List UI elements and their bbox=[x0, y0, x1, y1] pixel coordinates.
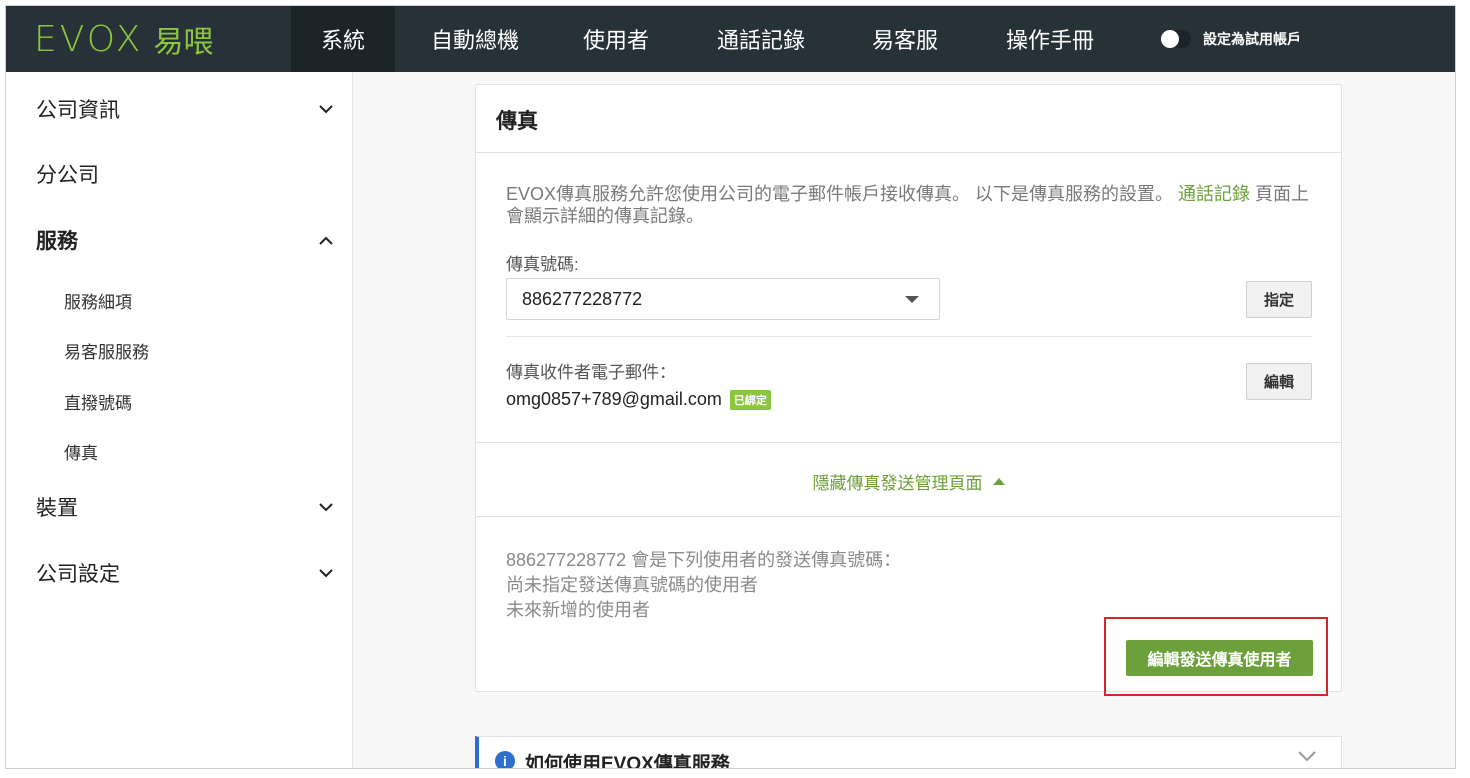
nav-item-manual[interactable]: 操作手冊 bbox=[965, 6, 1135, 72]
logo-cn: 易喂 bbox=[153, 25, 214, 60]
assign-button[interactable]: 指定 bbox=[1246, 281, 1312, 318]
chevron-down-icon bbox=[316, 497, 336, 517]
sidebar-item-devices[interactable]: 裝置 bbox=[36, 492, 336, 522]
sidebar-item-label: 分公司 bbox=[36, 164, 99, 187]
chevron-down-icon bbox=[1297, 749, 1319, 768]
send-info-line: 未來新增的使用者 bbox=[506, 600, 650, 620]
fax-number-label: 傳真號碼: bbox=[506, 255, 579, 274]
description-text: EVOX傳真服務允許您使用公司的電子郵件帳戶接收傳真。 以下是傳真服務的設置。 bbox=[506, 184, 1174, 204]
nav-item-users[interactable]: 使用者 bbox=[555, 6, 677, 72]
sidebar-item-label: 裝置 bbox=[36, 497, 78, 520]
verified-badge: 已綁定 bbox=[729, 389, 771, 410]
divider bbox=[476, 516, 1341, 517]
sidebar-item-label: 公司設定 bbox=[36, 563, 120, 586]
divider bbox=[476, 442, 1341, 443]
sidebar-subitem-cs-service[interactable]: 易客服服務 bbox=[64, 338, 149, 363]
trial-toggle-label: 設定為試用帳戶 bbox=[1203, 31, 1301, 47]
sidebar-item-branches[interactable]: 分公司 bbox=[36, 159, 336, 189]
hide-toggle-label: 隱藏傳真發送管理頁面 bbox=[812, 474, 983, 493]
trial-toggle[interactable] bbox=[1161, 30, 1191, 48]
sidebar-subitem-direct-numbers[interactable]: 直撥號碼 bbox=[64, 389, 132, 414]
sidebar-subitem-service-details[interactable]: 服務細項 bbox=[64, 288, 132, 313]
app-window: EVOX 易喂 系統 自動總機 使用者 通話記錄 易客服 操作手冊 設定為試用帳… bbox=[5, 5, 1456, 769]
sidebar-subitem-fax[interactable]: 傳真 bbox=[64, 439, 98, 464]
nav-item-customer-service[interactable]: 易客服 bbox=[845, 6, 965, 72]
edit-email-button[interactable]: 編輯 bbox=[1246, 363, 1312, 400]
info-icon: i bbox=[495, 751, 515, 768]
edit-fax-senders-button[interactable]: 編輯發送傳真使用者 bbox=[1126, 640, 1313, 676]
logo-word: EVOX bbox=[34, 18, 144, 60]
hide-send-management-toggle[interactable]: 隱藏傳真發送管理頁面 bbox=[476, 469, 1341, 494]
recipient-email: omg0857+789@gmail.com 已綁定 bbox=[506, 389, 771, 410]
caret-down-icon bbox=[905, 295, 919, 303]
sidebar-item-label: 公司資訊 bbox=[36, 99, 120, 122]
help-card[interactable]: i 如何使用EVOX傳真服務 bbox=[475, 736, 1342, 769]
sidebar-item-label: 服務 bbox=[36, 230, 78, 253]
chevron-up-icon bbox=[316, 230, 336, 250]
chevron-down-icon bbox=[316, 99, 336, 119]
nav-item-auto-attendant[interactable]: 自動總機 bbox=[395, 6, 555, 72]
toggle-knob bbox=[1161, 30, 1179, 48]
divider bbox=[506, 336, 1312, 337]
send-info-line: 尚未指定發送傳真號碼的使用者 bbox=[506, 575, 758, 595]
sidebar: 公司資訊 分公司 服務 服務細項 易客服服務 直撥號碼 傳真 裝置 公司設定 bbox=[6, 72, 353, 768]
sidebar-item-company-settings[interactable]: 公司設定 bbox=[36, 558, 336, 588]
sidebar-item-services[interactable]: 服務 bbox=[36, 225, 336, 255]
recipient-email-value: omg0857+789@gmail.com bbox=[506, 389, 722, 409]
fax-card: 傳真 EVOX傳真服務允許您使用公司的電子郵件帳戶接收傳真。 以下是傳真服務的設… bbox=[475, 84, 1342, 696]
caret-up-icon bbox=[992, 478, 1005, 485]
card-title: 傳真 bbox=[496, 110, 538, 133]
help-card-title: 如何使用EVOX傳真服務 bbox=[525, 754, 730, 769]
trial-toggle-wrap: 設定為試用帳戶 bbox=[1161, 29, 1301, 49]
nav-item-call-log[interactable]: 通話記錄 bbox=[677, 6, 845, 72]
send-info-line: 886277228772 會是下列使用者的發送傳真號碼： bbox=[506, 550, 902, 570]
fax-description: EVOX傳真服務允許您使用公司的電子郵件帳戶接收傳真。 以下是傳真服務的設置。 … bbox=[506, 183, 1316, 227]
fax-number-value: 886277228772 bbox=[522, 288, 643, 309]
sidebar-item-company-info[interactable]: 公司資訊 bbox=[36, 94, 336, 124]
recipient-email-label: 傳真收件者電子郵件： bbox=[506, 363, 676, 382]
divider bbox=[476, 152, 1341, 153]
call-log-link[interactable]: 通話記錄 bbox=[1178, 184, 1250, 204]
fax-number-select[interactable]: 886277228772 bbox=[506, 278, 940, 320]
brand-logo[interactable]: EVOX 易喂 bbox=[6, 6, 291, 72]
nav-item-system[interactable]: 系統 bbox=[291, 6, 395, 72]
chevron-down-icon bbox=[316, 563, 336, 583]
top-nav: EVOX 易喂 系統 自動總機 使用者 通話記錄 易客服 操作手冊 設定為試用帳… bbox=[6, 6, 1455, 72]
